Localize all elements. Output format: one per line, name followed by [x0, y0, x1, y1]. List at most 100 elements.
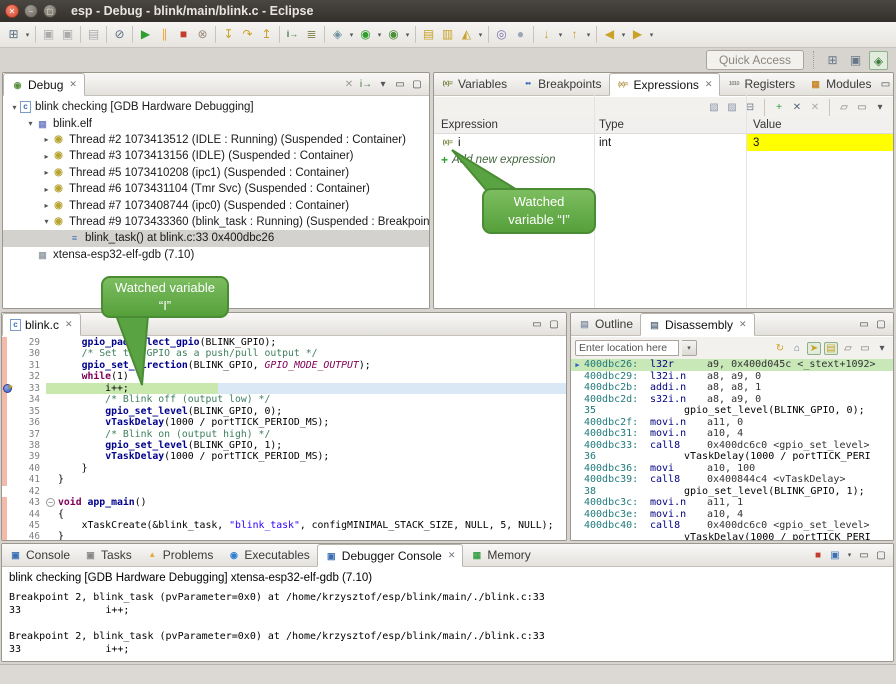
show-logical-structures-icon[interactable]: ▨: [725, 102, 739, 113]
debug-tree-item[interactable]: ▾cblink checking [GDB Hardware Debugging…: [3, 99, 429, 115]
tab-blink-c[interactable]: c blink.c ✕: [2, 313, 81, 336]
debug-tree-item[interactable]: ▾▦blink.elf: [3, 115, 429, 131]
last-edit-location-icon[interactable]: ↓: [537, 25, 556, 44]
tree-expand-icon[interactable]: ▸: [41, 135, 52, 144]
add-expression-icon[interactable]: +: [772, 102, 786, 113]
external-tools-dropdown-icon[interactable]: ▾: [403, 31, 412, 39]
save-all-icon[interactable]: ▣: [58, 25, 77, 44]
disassembly-line[interactable]: 400dbc40:call80x400dc6c0 <gpio_set_level…: [571, 520, 893, 532]
code-line[interactable]: 43−void app_main(): [2, 497, 566, 508]
maximize-icon[interactable]: ▢: [410, 79, 424, 90]
view-menu-icon[interactable]: ▾: [873, 102, 887, 113]
code-line[interactable]: 34 /* Blink off (output low) */: [2, 394, 566, 405]
tab-outline[interactable]: ▤ Outline: [571, 313, 640, 335]
debug-tree-item[interactable]: ≡blink_task() at blink.c:33 0x400dbc26: [3, 230, 429, 246]
last-edit-location-dropdown-icon[interactable]: ▾: [556, 31, 565, 39]
close-tab-icon[interactable]: ✕: [739, 319, 747, 330]
launch-config-icon[interactable]: ◭: [457, 25, 476, 44]
debug-launch-dropdown-icon[interactable]: ▾: [347, 31, 356, 39]
debug-tree-item[interactable]: ▸◉Thread #7 1073408744 (ipc0) (Suspended…: [3, 197, 429, 213]
pin-view-icon[interactable]: ▭: [858, 343, 872, 354]
code-line[interactable]: 29 gpio_pad_select_gpio(BLINK_GPIO);: [2, 337, 566, 348]
minimize-icon[interactable]: ▭: [393, 79, 407, 90]
disassembly-line[interactable]: 400dbc29:l32i.na8, a9, 0: [571, 371, 893, 383]
minimize-icon[interactable]: ▭: [530, 319, 544, 330]
build-icon[interactable]: ▤: [84, 25, 103, 44]
expression-value[interactable]: 3: [746, 134, 893, 151]
go-to-last-position-icon[interactable]: ↑: [565, 25, 584, 44]
debug-launch-icon[interactable]: ◈: [328, 25, 347, 44]
code-line[interactable]: 38 gpio_set_level(BLINK_GPIO, 1);: [2, 440, 566, 451]
tree-expand-icon[interactable]: ▸: [41, 168, 52, 177]
disassembly-line[interactable]: 400dbc2d:s32i.na8, a9, 0: [571, 394, 893, 406]
tree-expand-icon[interactable]: ▾: [41, 217, 52, 226]
view-menu-icon[interactable]: ▾: [875, 343, 889, 354]
debug-tree-item[interactable]: ▾◉Thread #9 1073433360 (blink_task : Run…: [3, 214, 429, 230]
debug-tree-item[interactable]: ▸◉Thread #5 1073410208 (ipc1) (Suspended…: [3, 165, 429, 181]
new-wizard-dropdown-icon[interactable]: ▾: [23, 31, 32, 39]
disassembly-line[interactable]: 400dbc3c:movi.na11, 1: [571, 497, 893, 509]
debug-tree-item[interactable]: ▸◉Thread #3 1073413156 (IDLE) (Suspended…: [3, 148, 429, 164]
tab-disassembly[interactable]: ▤ Disassembly ✕: [640, 313, 755, 336]
step-return-icon[interactable]: ↥: [257, 25, 276, 44]
disassembly-line[interactable]: 35gpio_set_level(BLINK_GPIO, 0);: [571, 405, 893, 417]
disassembly-line[interactable]: 400dbc31:movi.na10, 4: [571, 428, 893, 440]
maximize-icon[interactable]: ▢: [874, 319, 888, 330]
skip-all-breakpoints-icon[interactable]: ⊘: [110, 25, 129, 44]
show-type-names-icon[interactable]: ▧: [707, 102, 721, 113]
back-icon[interactable]: ◀: [600, 25, 619, 44]
fold-marker-icon[interactable]: −: [46, 498, 55, 507]
debug-tree-item[interactable]: ▦xtensa-esp32-elf-gdb (7.10): [3, 247, 429, 263]
tab-breakpoints[interactable]: ●● Breakpoints: [514, 73, 608, 95]
column-expression[interactable]: Expression: [434, 117, 594, 133]
track-pc-icon[interactable]: ➤: [807, 342, 821, 355]
maximize-icon[interactable]: ▢: [874, 550, 888, 561]
code-line[interactable]: 31 gpio_set_direction(BLINK_GPIO, GPIO_M…: [2, 360, 566, 371]
code-line[interactable]: 36 vTaskDelay(1000 / portTICK_PERIOD_MS)…: [2, 417, 566, 428]
step-over-icon[interactable]: ↷: [238, 25, 257, 44]
code-line[interactable]: ➤33 i++;: [2, 383, 566, 394]
code-line[interactable]: 30 /* Set the GPIO as a push/pull output…: [2, 348, 566, 359]
debug-tree-item[interactable]: ▸◉Thread #6 1073431104 (Tmr Svc) (Suspen…: [3, 181, 429, 197]
code-line[interactable]: 42: [2, 486, 566, 497]
disassembly-line[interactable]: 36vTaskDelay(1000 / portTICK_PERI: [571, 451, 893, 463]
code-line[interactable]: 45 xTaskCreate(&blink_task, "blink_task"…: [2, 520, 566, 531]
tab-console[interactable]: ▣ Console: [2, 544, 77, 566]
instruction-stepping-icon[interactable]: i→: [283, 25, 302, 44]
location-combo-dropdown-icon[interactable]: ▾: [682, 340, 697, 356]
use-step-filters-icon[interactable]: ≣: [302, 25, 321, 44]
window-minimize-button[interactable]: −: [24, 4, 38, 18]
code-line[interactable]: 40 }: [2, 463, 566, 474]
tab-problems[interactable]: ▲ Problems: [139, 544, 221, 566]
minimize-icon[interactable]: ▭: [857, 319, 871, 330]
disassembly-line[interactable]: 400dbc33:call80x400dc6c0 <gpio_set_level…: [571, 440, 893, 452]
tree-expand-icon[interactable]: ▾: [9, 103, 20, 112]
open-new-view-icon[interactable]: ▱: [837, 102, 851, 113]
code-line[interactable]: 46}: [2, 531, 566, 540]
pin-view-icon[interactable]: ▭: [855, 102, 869, 113]
suspend-icon[interactable]: ∥: [155, 25, 174, 44]
code-editor[interactable]: 29 gpio_pad_select_gpio(BLINK_GPIO);30 /…: [2, 337, 566, 540]
forward-dropdown-icon[interactable]: ▾: [647, 31, 656, 39]
close-tab-icon[interactable]: ✕: [65, 319, 73, 330]
tab-executables[interactable]: ◉ Executables: [220, 544, 316, 566]
disassembly-line[interactable]: 400dbc2f:movi.na11, 0: [571, 417, 893, 429]
disconnect-icon[interactable]: ⊗: [193, 25, 212, 44]
terminate-icon[interactable]: ■: [174, 25, 193, 44]
launch-config-dropdown-icon[interactable]: ▾: [476, 31, 485, 39]
save-icon[interactable]: ▣: [39, 25, 58, 44]
show-source-icon[interactable]: ▤: [824, 342, 838, 355]
run-launch-icon[interactable]: ◉: [356, 25, 375, 44]
console-output[interactable]: blink checking [GDB Hardware Debugging] …: [2, 568, 893, 661]
open-new-view-icon[interactable]: ▱: [841, 343, 855, 354]
disassembly-line[interactable]: 400dbc2b:addi.na8, a8, 1: [571, 382, 893, 394]
code-line[interactable]: 32 while(1): [2, 371, 566, 382]
disassembly-line[interactable]: 400dbc39:call80x400844c4 <vTaskDelay>: [571, 474, 893, 486]
resume-icon[interactable]: ▶: [136, 25, 155, 44]
minimize-icon[interactable]: ▭: [878, 79, 892, 90]
code-line[interactable]: 41}: [2, 474, 566, 485]
cpp-perspective-icon[interactable]: ▣: [846, 51, 865, 70]
code-line[interactable]: 44{: [2, 509, 566, 520]
open-web-icon[interactable]: ●: [511, 25, 530, 44]
tab-tasks[interactable]: ▣ Tasks: [77, 544, 139, 566]
